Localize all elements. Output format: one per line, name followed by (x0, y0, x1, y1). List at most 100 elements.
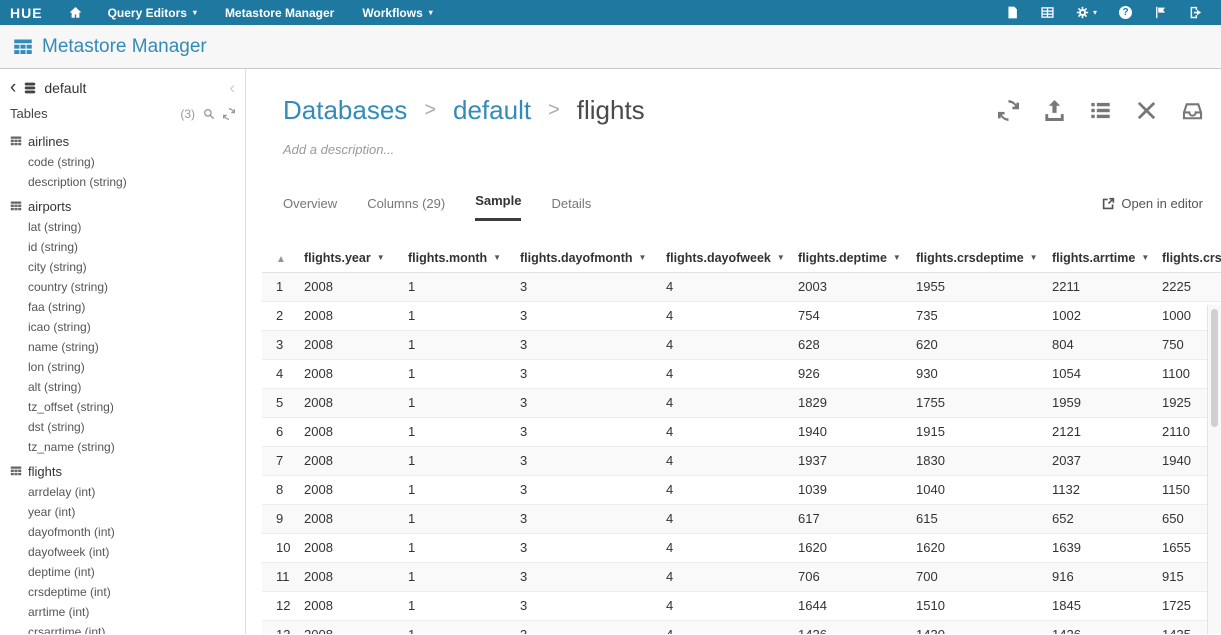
cell: 926 (790, 359, 908, 388)
column-header-flights-arrtime[interactable]: flights.arrtime ▼ (1044, 245, 1154, 272)
sidebar-table-airlines[interactable]: airlines (0, 130, 245, 152)
open-in-editor-link[interactable]: Open in editor (1102, 196, 1203, 221)
cell: 652 (1044, 504, 1154, 533)
vertical-scrollbar[interactable] (1207, 305, 1221, 634)
browse-partitions-icon[interactable] (1090, 100, 1111, 121)
sidebar-column-item[interactable]: crsarrtime (int) (0, 622, 245, 634)
cell: 1132 (1044, 475, 1154, 504)
column-header-flights-crsarrtime[interactable]: flights.crsarrtime▼ (1154, 245, 1221, 272)
tab-overview[interactable]: Overview (283, 196, 337, 221)
sidebar-column-item[interactable]: dst (string) (0, 417, 245, 437)
sidebar-column-item[interactable]: crsdeptime (int) (0, 582, 245, 602)
sidebar-column-item[interactable]: tz_name (string) (0, 437, 245, 457)
row-number-column-header[interactable]: ▲ (262, 245, 296, 272)
column-header-flights-year[interactable]: flights.year▼ (296, 245, 400, 272)
sidebar-column-item[interactable]: arrtime (int) (0, 602, 245, 622)
sidebar-column-item[interactable]: year (int) (0, 502, 245, 522)
nav-item-label: Metastore Manager (225, 6, 334, 20)
table-row: 1220081341644151018451725 (262, 591, 1221, 620)
cell: 4 (658, 359, 790, 388)
sidebar-column-item[interactable]: icao (string) (0, 317, 245, 337)
sidebar-column-item[interactable]: name (string) (0, 337, 245, 357)
cell: 3 (512, 591, 658, 620)
sidebar-column-item[interactable]: arrdelay (int) (0, 482, 245, 502)
home-button[interactable] (57, 6, 94, 19)
sidebar-column-item[interactable]: dayofweek (int) (0, 542, 245, 562)
tables-header: Tables (3) (0, 99, 245, 127)
sort-caret-icon[interactable]: ▼ (893, 253, 901, 262)
sort-asc-icon[interactable]: ▲ (276, 254, 286, 265)
gear-icon (1076, 6, 1089, 19)
cell: 1 (400, 562, 512, 591)
sidebar-column-item[interactable]: dayofmonth (int) (0, 522, 245, 542)
refresh-icon[interactable] (998, 100, 1019, 121)
nav-item-workflows[interactable]: Workflows▾ (348, 0, 446, 25)
sort-caret-icon[interactable]: ▼ (1141, 253, 1149, 262)
cell: 1940 (790, 417, 908, 446)
cell: 735 (908, 301, 1044, 330)
table-icon (1041, 6, 1054, 19)
nav-item-metastore-manager[interactable]: Metastore Manager (211, 0, 348, 25)
sidebar-column-item[interactable]: deptime (int) (0, 562, 245, 582)
breadcrumb-database-link[interactable]: default (453, 95, 531, 126)
hue-logo[interactable]: HUE (0, 5, 57, 21)
sidebar-collapse-icon[interactable]: ‹ (229, 81, 235, 95)
cell: 1 (400, 591, 512, 620)
cell: 4 (658, 533, 790, 562)
sidebar-column-item[interactable]: id (string) (0, 237, 245, 257)
chevron-left-icon[interactable]: ‹ (10, 81, 16, 95)
tables-button[interactable] (1030, 0, 1065, 25)
column-header-flights-month[interactable]: flights.month▼ (400, 245, 512, 272)
sidebar-column-item[interactable]: alt (string) (0, 377, 245, 397)
cell: 706 (790, 562, 908, 591)
cell: 2008 (296, 301, 400, 330)
sidebar-column-item[interactable]: tz_offset (string) (0, 397, 245, 417)
tables-count: (3) (180, 107, 195, 121)
cell: 2008 (296, 475, 400, 504)
cell: 1620 (908, 533, 1044, 562)
sort-caret-icon[interactable]: ▼ (639, 253, 647, 262)
sidebar-column-item[interactable]: lon (string) (0, 357, 245, 377)
delete-icon[interactable] (1136, 100, 1157, 121)
tab-sample[interactable]: Sample (475, 193, 521, 221)
sort-caret-icon[interactable]: ▼ (493, 253, 501, 262)
search-icon[interactable] (203, 108, 215, 120)
table-description-placeholder[interactable]: Add a description... (283, 142, 1221, 157)
tab-details[interactable]: Details (551, 196, 591, 221)
sidebar-table-flights[interactable]: flights (0, 460, 245, 482)
documents-button[interactable] (995, 0, 1030, 25)
sidebar-table-airports[interactable]: airports (0, 195, 245, 217)
row-number: 12 (262, 591, 296, 620)
sample-table-container: ▲flights.year▼flights.month▼flights.dayo… (262, 245, 1221, 634)
sidebar-column-item[interactable]: city (string) (0, 257, 245, 277)
refresh-icon[interactable] (223, 108, 235, 120)
column-header-flights-crsdeptime[interactable]: flights.crsdeptime▼ (908, 245, 1044, 272)
breadcrumb-databases-link[interactable]: Databases (283, 95, 407, 126)
browse-data-icon[interactable] (1182, 100, 1203, 121)
sidebar-column-item[interactable]: faa (string) (0, 297, 245, 317)
scrollbar-thumb[interactable] (1211, 309, 1218, 427)
row-number: 4 (262, 359, 296, 388)
tab-columns-29[interactable]: Columns (29) (367, 196, 445, 221)
current-database-name[interactable]: default (44, 80, 86, 96)
cell: 4 (658, 562, 790, 591)
nav-item-query-editors[interactable]: Query Editors▾ (94, 0, 211, 25)
sidebar-column-item[interactable]: country (string) (0, 277, 245, 297)
admin-menu-button[interactable]: ▾ (1065, 0, 1108, 25)
column-header-flights-deptime[interactable]: flights.deptime▼ (790, 245, 908, 272)
import-data-icon[interactable] (1044, 100, 1065, 121)
sort-caret-icon[interactable]: ▼ (1030, 253, 1038, 262)
sidebar-column-item[interactable]: description (string) (0, 172, 245, 192)
sort-caret-icon[interactable]: ▼ (777, 253, 785, 262)
feedback-button[interactable] (1143, 0, 1178, 25)
column-header-flights-dayofmonth[interactable]: flights.dayofmonth▼ (512, 245, 658, 272)
help-button[interactable]: ? (1108, 0, 1143, 25)
column-header-flights-dayofweek[interactable]: flights.dayofweek▼ (658, 245, 790, 272)
column-header-label: flights.arrtime (1052, 251, 1135, 265)
sort-caret-icon[interactable]: ▼ (377, 253, 385, 262)
cell: 1644 (790, 591, 908, 620)
sidebar-column-item[interactable]: code (string) (0, 152, 245, 172)
cell: 2211 (1044, 272, 1154, 301)
sidebar-column-item[interactable]: lat (string) (0, 217, 245, 237)
logout-button[interactable] (1178, 0, 1213, 25)
